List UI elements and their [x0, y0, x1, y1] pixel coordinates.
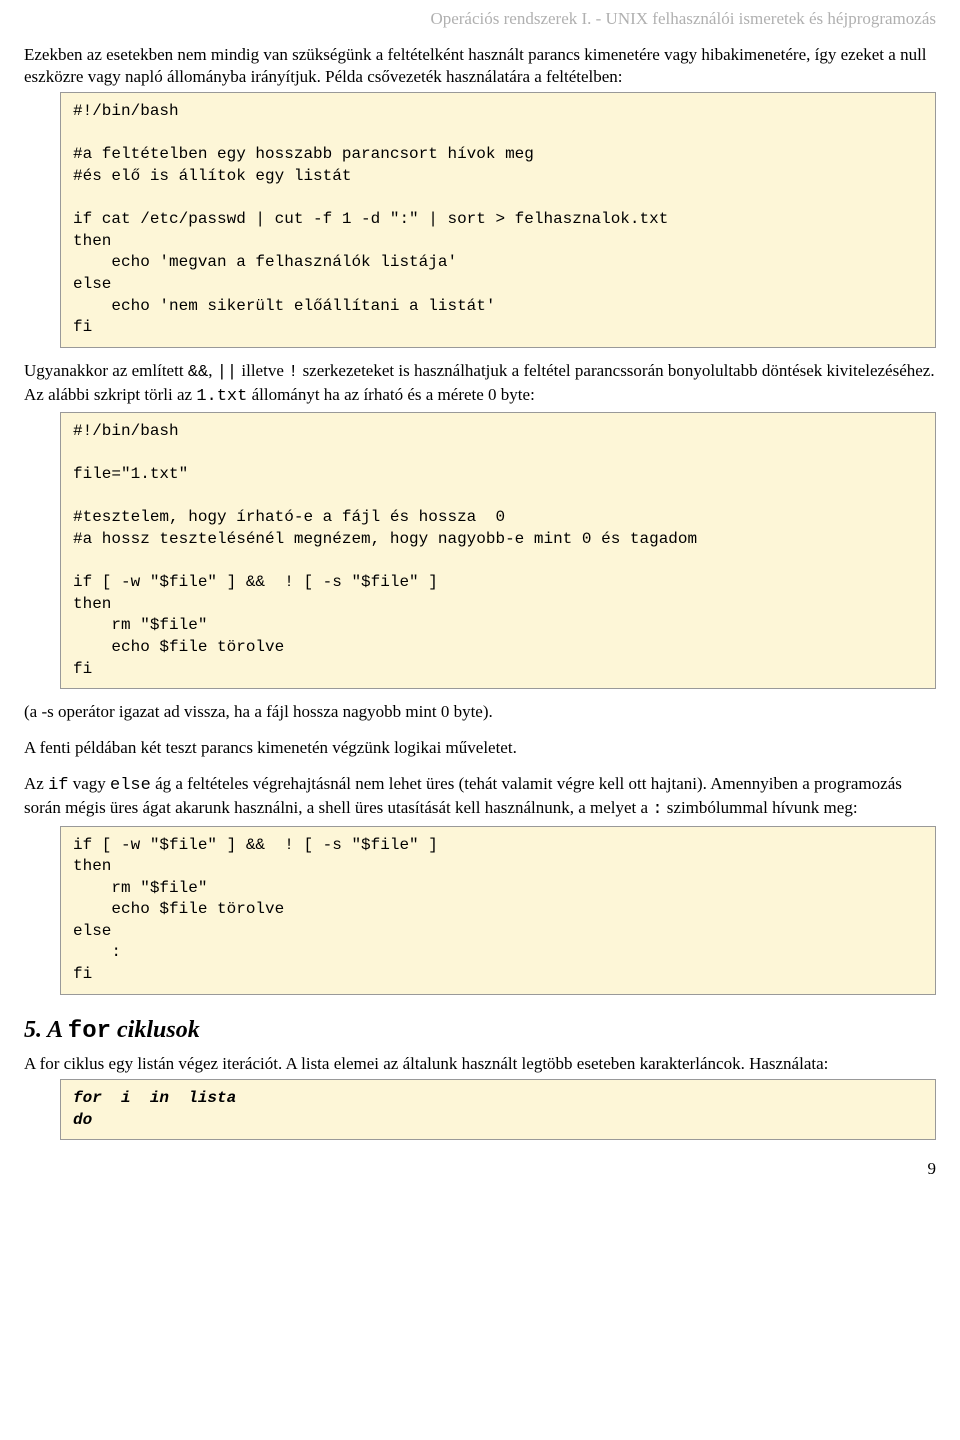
inline-code-else: else [110, 776, 151, 795]
heading-suffix: ciklusok [111, 1017, 200, 1043]
paragraph-operators: Ugyanakkor az említett &&, || illetve ! … [24, 360, 936, 408]
text: illetve [237, 361, 288, 380]
paragraph-two-tests: A fenti példában két teszt parancs kimen… [24, 737, 936, 759]
page-number: 9 [24, 1158, 936, 1180]
code-block-4: for i in lista do [60, 1079, 936, 1140]
text: Az [24, 774, 48, 793]
page-header: Operációs rendszerek I. - UNIX felhaszná… [24, 0, 936, 30]
heading-prefix: 5. A [24, 1017, 68, 1043]
section-heading-for-loops: 5. A for ciklusok [24, 1015, 936, 1047]
heading-code-for: for [68, 1018, 111, 1045]
paragraph-empty-branch: Az if vagy else ág a feltételes végrehaj… [24, 773, 936, 821]
inline-code-not: ! [288, 363, 298, 382]
code-block-3: if [ -w "$file" ] && ! [ -s "$file" ] th… [60, 826, 936, 995]
text: , [208, 361, 217, 380]
inline-code-or: || [217, 363, 237, 382]
paragraph-for-loop: A for ciklus egy listán végez iterációt.… [24, 1053, 936, 1075]
code-block-1: #!/bin/bash #a feltételben egy hosszabb … [60, 92, 936, 348]
text: Ugyanakkor az említett [24, 361, 188, 380]
code-block-2: #!/bin/bash file="1.txt" #tesztelem, hog… [60, 412, 936, 689]
paragraph-s-operator: (a -s operátor igazat ad vissza, ha a fá… [24, 701, 936, 723]
inline-code-if: if [48, 776, 68, 795]
text: állományt ha az írható és a mérete 0 byt… [247, 385, 534, 404]
paragraph-intro: Ezekben az esetekben nem mindig van szük… [24, 44, 936, 88]
inline-code-and: && [188, 363, 208, 382]
inline-code-filename: 1.txt [196, 387, 247, 406]
text: szimbólummal hívunk meg: [663, 798, 858, 817]
text: vagy [68, 774, 110, 793]
inline-code-colon: : [652, 800, 662, 819]
